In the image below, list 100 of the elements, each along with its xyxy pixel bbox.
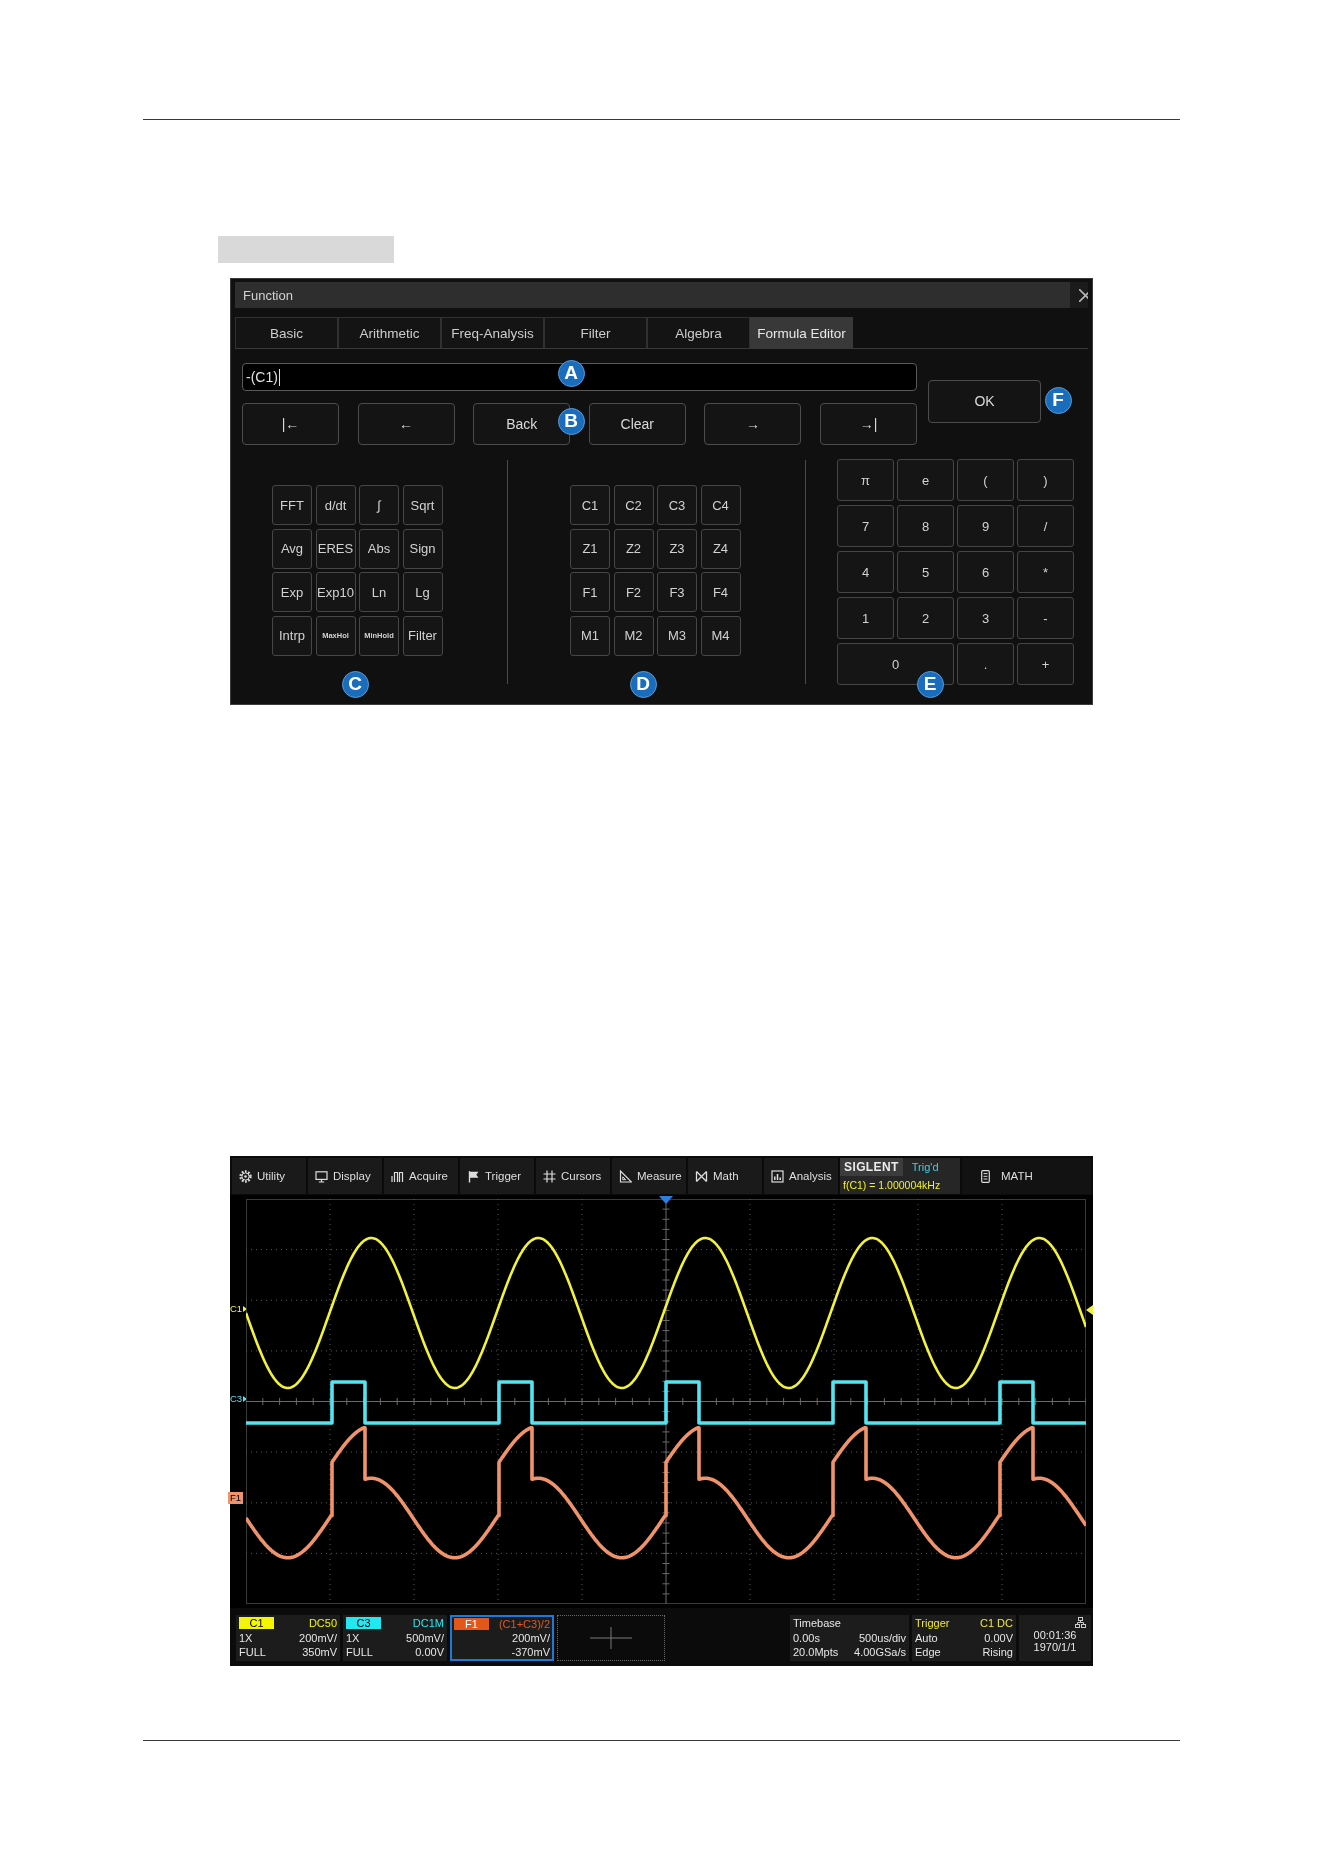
number-key[interactable]: ) — [1017, 459, 1074, 501]
callout-marker: F — [1044, 386, 1072, 414]
tab[interactable]: Basic — [235, 317, 338, 348]
source-key[interactable]: M1 — [570, 615, 610, 656]
trigger-panel[interactable]: Trigger C1 DC Auto 0.00V Edge Rising — [912, 1615, 1016, 1661]
number-key[interactable]: e — [897, 459, 954, 501]
channel-panel[interactable]: C3 DC1M 1X 500mV/ FULL 0.00V — [343, 1615, 447, 1661]
number-key[interactable]: 6 — [957, 551, 1014, 593]
function-key[interactable]: Sqrt — [402, 485, 443, 525]
function-key[interactable]: Avg — [272, 528, 312, 569]
function-key[interactable]: Lg — [402, 572, 443, 612]
tab[interactable]: Algebra — [647, 317, 750, 348]
edit-button[interactable]: → — [704, 403, 802, 445]
source-key[interactable]: F1 — [570, 572, 610, 612]
number-key[interactable]: 1 — [837, 597, 894, 639]
gear-icon — [239, 1169, 252, 1183]
number-key[interactable]: 8 — [897, 505, 954, 547]
offset-value: 350mV — [302, 1646, 337, 1659]
close-icon — [1079, 288, 1088, 302]
menu-item[interactable]: Cursors — [536, 1158, 610, 1194]
function-key[interactable]: FFT — [272, 485, 312, 525]
edit-button[interactable]: →| — [819, 403, 917, 445]
menu-item[interactable]: Display — [308, 1158, 382, 1194]
source-key[interactable]: F3 — [657, 572, 697, 612]
edit-button[interactable]: ← — [357, 403, 455, 445]
source-key[interactable]: F4 — [700, 572, 741, 612]
function-key[interactable]: ERES — [315, 528, 356, 569]
menu-item[interactable]: Utility — [232, 1158, 306, 1194]
number-key[interactable]: / — [1017, 505, 1074, 547]
formula-label: (C1+C3)/2 — [498, 1618, 550, 1630]
number-key[interactable]: - — [1017, 597, 1074, 639]
pulse-icon — [391, 1169, 404, 1183]
close-button[interactable] — [1070, 282, 1088, 308]
number-key[interactable]: * — [1017, 551, 1074, 593]
function-key[interactable]: Exp10 — [315, 572, 356, 612]
ok-button[interactable]: OK — [928, 379, 1041, 423]
menu-item[interactable]: Measure — [612, 1158, 686, 1194]
number-key[interactable]: 5 — [897, 551, 954, 593]
offset-value: 0.00V — [415, 1646, 444, 1659]
bandwidth-label: FULL — [239, 1646, 266, 1659]
number-key[interactable]: . — [957, 643, 1014, 685]
source-key[interactable]: Z3 — [657, 528, 697, 569]
edit-button[interactable]: Clear — [588, 403, 686, 445]
function-key[interactable]: Exp — [272, 572, 312, 612]
source-key[interactable]: M3 — [657, 615, 697, 656]
number-key[interactable]: 4 — [837, 551, 894, 593]
number-key[interactable]: 3 — [957, 597, 1014, 639]
number-key[interactable]: 7 — [837, 505, 894, 547]
trace-label: C1 — [230, 1303, 248, 1315]
function-key[interactable]: Intrp — [272, 615, 312, 656]
number-key[interactable]: 9 — [957, 505, 1014, 547]
frequency-readout: f(C1) = 1.000004kHz — [842, 1178, 942, 1193]
function-key[interactable]: Abs — [359, 528, 399, 569]
menu-item[interactable]: Math — [688, 1158, 762, 1194]
bandwidth-label: FULL — [346, 1646, 373, 1659]
document-chart-icon — [771, 1169, 784, 1183]
number-key[interactable]: + — [1017, 643, 1074, 685]
number-key[interactable]: π — [837, 459, 894, 501]
channel-tag: F1 — [454, 1618, 489, 1630]
mode-button[interactable]: MATH — [962, 1158, 1091, 1194]
edit-button[interactable]: |← — [242, 403, 339, 445]
source-key[interactable]: Z1 — [570, 528, 610, 569]
number-key[interactable]: 2 — [897, 597, 954, 639]
source-key[interactable]: Z2 — [613, 528, 654, 569]
menu-item[interactable]: Analysis — [764, 1158, 838, 1194]
trigger-level-icon — [1086, 1305, 1093, 1315]
clock-date: 1970/1/1 — [1033, 1641, 1077, 1653]
tab[interactable]: Freq-Analysis — [441, 317, 544, 348]
probe-label: 1X — [239, 1631, 253, 1644]
menu-item[interactable]: Trigger — [460, 1158, 534, 1194]
tab[interactable]: Formula Editor — [750, 317, 853, 348]
plus-icon — [590, 1627, 632, 1649]
source-key[interactable]: C1 — [570, 485, 610, 525]
source-key[interactable]: F2 — [613, 572, 654, 612]
number-key[interactable]: ( — [957, 459, 1014, 501]
dialog-title: Function — [243, 287, 293, 303]
function-key[interactable]: Filter — [402, 615, 443, 656]
tab[interactable]: Filter — [544, 317, 647, 348]
channel-tag: C1 — [239, 1617, 274, 1630]
trigger-slope: Rising — [982, 1646, 1013, 1659]
scale-value: 200mV/ — [299, 1631, 337, 1644]
source-key[interactable]: C4 — [700, 485, 741, 525]
source-key[interactable]: M4 — [700, 615, 741, 656]
function-key[interactable]: Sign — [402, 528, 443, 569]
network-icon — [1075, 1617, 1086, 1628]
channel-panel[interactable]: C1 DC50 1X 200mV/ FULL 350mV — [236, 1615, 340, 1661]
source-key[interactable]: Z4 — [700, 528, 741, 569]
timebase-panel[interactable]: Timebase 0.00s 500us/div 20.0Mpts 4.00GSa/s — [790, 1615, 909, 1661]
source-key[interactable]: C3 — [657, 485, 697, 525]
tab[interactable]: Arithmetic — [338, 317, 441, 348]
source-key[interactable]: M2 — [613, 615, 654, 656]
function-key[interactable]: Ln — [359, 572, 399, 612]
menu-item[interactable]: Acquire — [384, 1158, 458, 1194]
channel-panel[interactable]: F1 (C1+C3)/2 200mV/ -370mV — [450, 1615, 554, 1661]
trigger-status: Trig'd — [911, 1160, 939, 1175]
trigger-type: Edge — [915, 1646, 941, 1659]
function-key[interactable]: d/dt — [315, 485, 356, 525]
function-key[interactable]: ∫ — [359, 485, 399, 525]
empty-slot[interactable] — [557, 1615, 665, 1661]
source-key[interactable]: C2 — [613, 485, 654, 525]
